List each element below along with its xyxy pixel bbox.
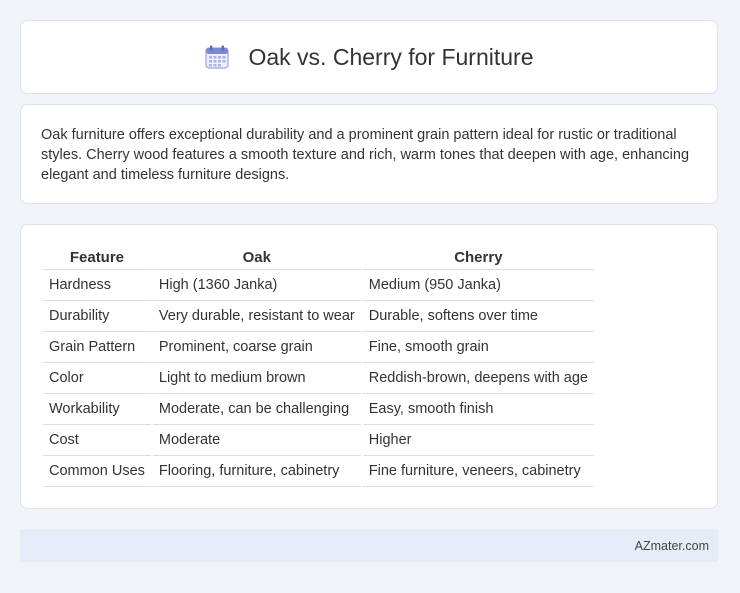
table-cell: Durable, softens over time bbox=[362, 301, 594, 332]
table-cell: Color bbox=[43, 363, 151, 394]
table-cell: Light to medium brown bbox=[152, 363, 361, 394]
table-cell: Cost bbox=[43, 425, 151, 456]
table-cell: High (1360 Janka) bbox=[152, 270, 361, 301]
page-title: Oak vs. Cherry for Furniture bbox=[248, 43, 534, 70]
table-row: Durability Very durable, resistant to we… bbox=[43, 301, 594, 332]
table-card: Feature Oak Cherry Hardness High (1360 J… bbox=[20, 224, 718, 509]
table-cell: Workability bbox=[43, 394, 151, 425]
column-header-oak: Oak bbox=[152, 245, 361, 270]
table-cell: Higher bbox=[362, 425, 594, 456]
calendar-icon bbox=[204, 44, 230, 70]
footer: AZmater.com bbox=[20, 529, 718, 562]
header-card: Oak vs. Cherry for Furniture bbox=[20, 20, 718, 94]
footer-site-link[interactable]: AZmater.com bbox=[635, 539, 709, 553]
table-cell: Durability bbox=[43, 301, 151, 332]
summary-text: Oak furniture offers exceptional durabil… bbox=[41, 127, 690, 183]
comparison-table: Feature Oak Cherry Hardness High (1360 J… bbox=[41, 245, 596, 487]
table-cell: Flooring, furniture, cabinetry bbox=[152, 456, 361, 487]
table-cell: Moderate, can be challenging bbox=[152, 394, 361, 425]
table-row: Common Uses Flooring, furniture, cabinet… bbox=[43, 456, 594, 487]
table-row: Cost Moderate Higher bbox=[43, 425, 594, 456]
table-cell: Grain Pattern bbox=[43, 332, 151, 363]
table-cell: Fine, smooth grain bbox=[362, 332, 594, 363]
table-cell: Reddish-brown, deepens with age bbox=[362, 363, 594, 394]
table-row: Hardness High (1360 Janka) Medium (950 J… bbox=[43, 270, 594, 301]
table-row: Workability Moderate, can be challenging… bbox=[43, 394, 594, 425]
table-cell: Medium (950 Janka) bbox=[362, 270, 594, 301]
table-cell: Hardness bbox=[43, 270, 151, 301]
table-cell: Prominent, coarse grain bbox=[152, 332, 361, 363]
table-cell: Very durable, resistant to wear bbox=[152, 301, 361, 332]
table-row: Color Light to medium brown Reddish-brow… bbox=[43, 363, 594, 394]
table-cell: Common Uses bbox=[43, 456, 151, 487]
column-header-cherry: Cherry bbox=[362, 245, 594, 270]
summary-card: Oak furniture offers exceptional durabil… bbox=[20, 104, 718, 204]
table-row: Grain Pattern Prominent, coarse grain Fi… bbox=[43, 332, 594, 363]
column-header-feature: Feature bbox=[43, 245, 151, 270]
title-wrap: Oak vs. Cherry for Furniture bbox=[204, 43, 534, 71]
table-header-row: Feature Oak Cherry bbox=[43, 245, 594, 270]
table-cell: Moderate bbox=[152, 425, 361, 456]
table-cell: Fine furniture, veneers, cabinetry bbox=[362, 456, 594, 487]
table-cell: Easy, smooth finish bbox=[362, 394, 594, 425]
